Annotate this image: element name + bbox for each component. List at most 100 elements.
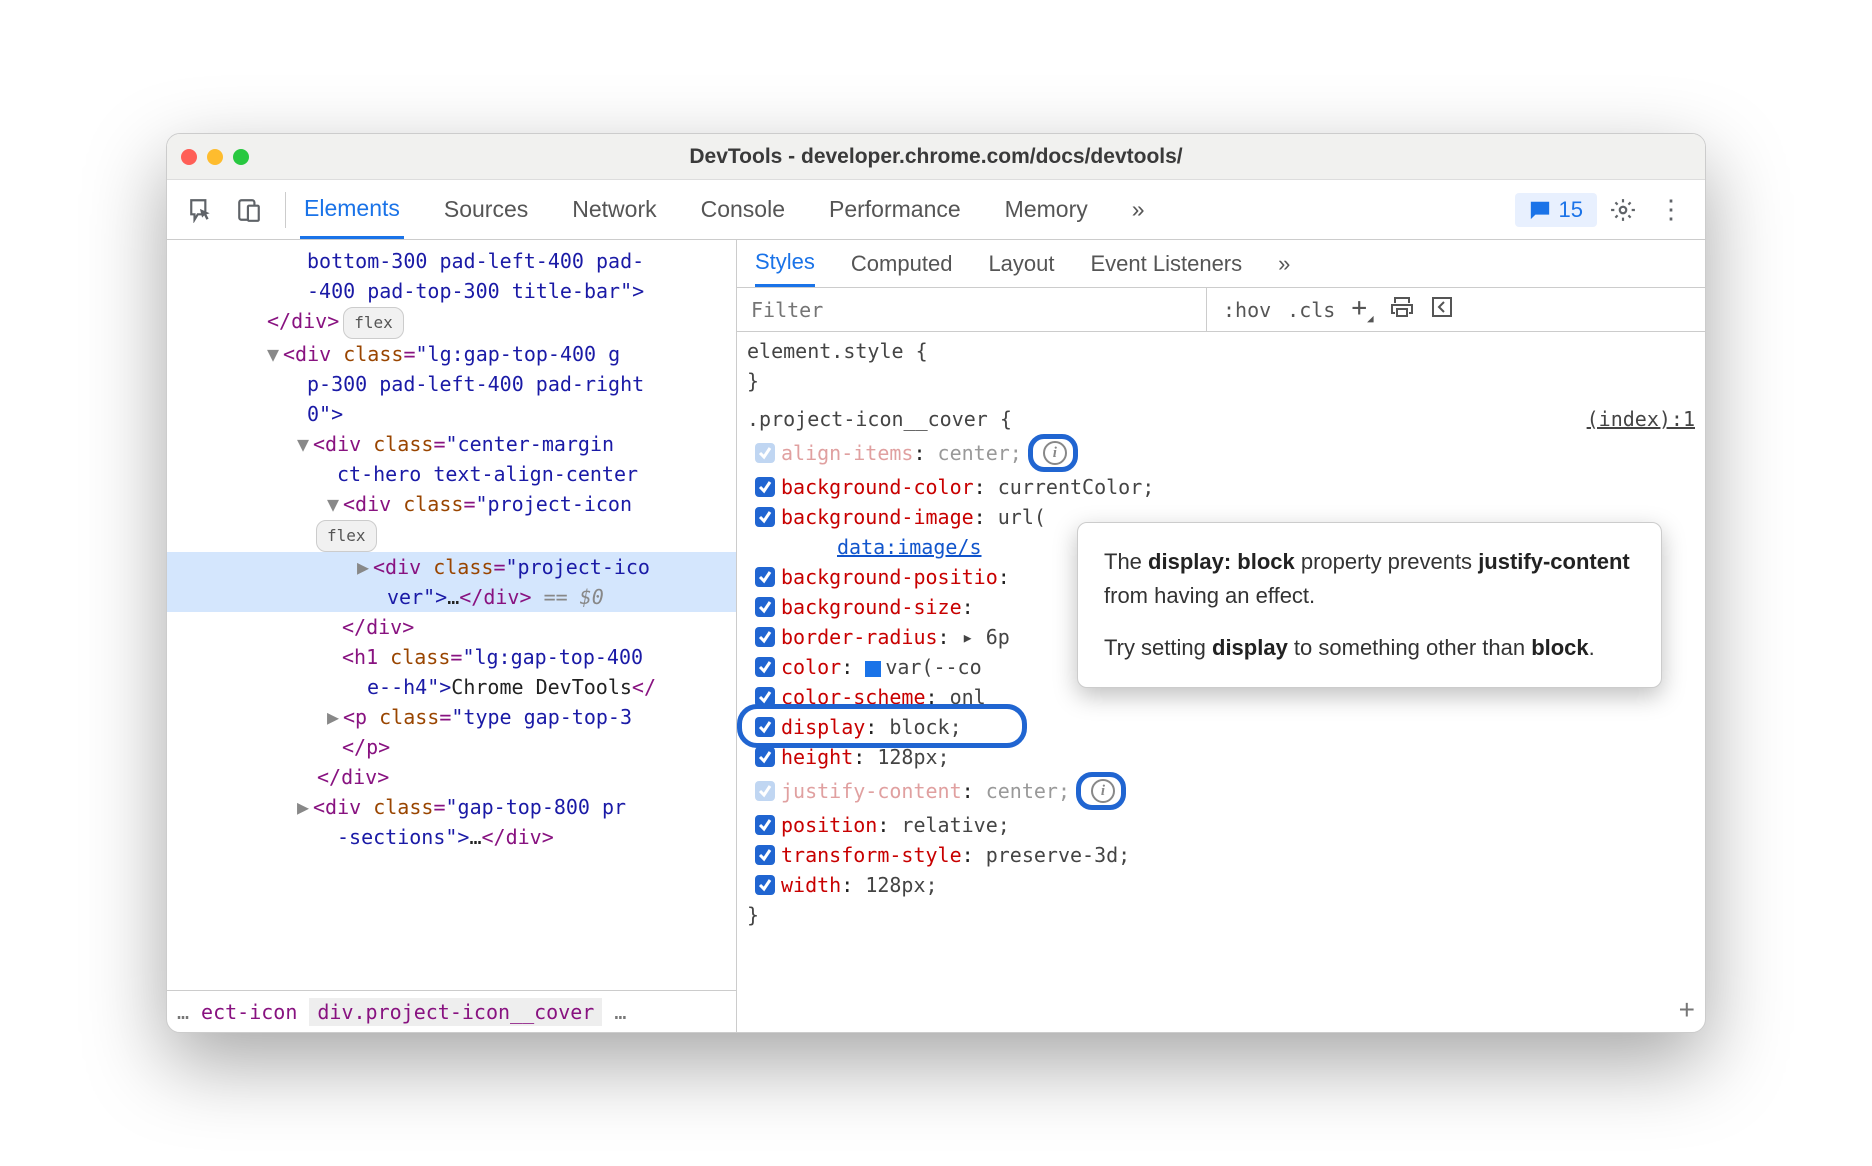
subtab-layout[interactable]: Layout	[988, 240, 1054, 287]
tab-elements[interactable]: Elements	[300, 180, 404, 239]
add-rule-icon[interactable]: +	[1679, 994, 1695, 1026]
property-name: background-image	[781, 505, 974, 529]
property-checkbox[interactable]	[755, 845, 775, 865]
color-swatch-icon[interactable]	[865, 661, 881, 677]
maximize-window-button[interactable]	[233, 149, 249, 165]
messages-badge[interactable]: 15	[1515, 193, 1597, 227]
property-checkbox[interactable]	[755, 477, 775, 497]
dom-node-selected[interactable]: ▶<div class="project-ico	[167, 552, 736, 582]
print-icon[interactable]	[1390, 295, 1414, 324]
styles-subtabs: Styles Computed Layout Event Listeners »	[737, 240, 1705, 288]
info-icon[interactable]: i	[1043, 441, 1067, 465]
breadcrumb[interactable]: … ect-icon div.project-icon__cover …	[167, 990, 736, 1032]
property-checkbox[interactable]	[755, 747, 775, 767]
dom-node[interactable]: </div>	[167, 762, 736, 792]
url-link[interactable]: data:image/s	[837, 532, 982, 562]
crumb-more-right[interactable]: …	[614, 1000, 626, 1024]
dom-node[interactable]: ▶<div class="gap-top-800 pr	[167, 792, 736, 822]
cls-toggle[interactable]: .cls	[1287, 298, 1335, 322]
property-checkbox[interactable]	[755, 657, 775, 677]
property-value: var(--co	[865, 655, 981, 679]
property-value: currentColor;	[998, 475, 1155, 499]
styles-pane: Styles Computed Layout Event Listeners »…	[737, 240, 1705, 1032]
highlight-ring: i	[1028, 434, 1078, 472]
dom-node[interactable]: </div>flex	[167, 306, 736, 339]
css-property-row[interactable]: justify-content: center;i	[747, 772, 1695, 810]
crumb-item-selected[interactable]: div.project-icon__cover	[309, 998, 602, 1026]
property-checkbox[interactable]	[755, 443, 775, 463]
property-value: center;	[986, 779, 1070, 803]
crumb-item[interactable]: ect-icon	[201, 1000, 297, 1024]
info-icon[interactable]: i	[1091, 779, 1115, 803]
dom-node[interactable]: <h1 class="lg:gap-top-400	[167, 642, 736, 672]
filter-input[interactable]	[737, 288, 1207, 331]
property-checkbox[interactable]	[755, 687, 775, 707]
property-checkbox[interactable]	[755, 717, 775, 737]
dom-node[interactable]: ▼<div class="lg:gap-top-400 g	[167, 339, 736, 369]
property-checkbox[interactable]	[755, 507, 775, 527]
element-style-selector: element.style {	[747, 336, 1695, 366]
filter-bar: :hov .cls +◢	[737, 288, 1705, 332]
subtab-eventlisteners[interactable]: Event Listeners	[1091, 240, 1243, 287]
property-checkbox[interactable]	[755, 627, 775, 647]
new-style-rule-icon[interactable]: +◢	[1351, 293, 1373, 325]
property-value: 128px;	[865, 873, 937, 897]
settings-icon[interactable]	[1601, 188, 1645, 232]
property-name: height	[781, 745, 853, 769]
dom-node[interactable]: ▼<div class="project-icon	[167, 489, 736, 519]
property-value: block;	[889, 715, 961, 739]
dom-node[interactable]: </div>	[167, 612, 736, 642]
rule-header: .project-icon__cover { (index):1	[747, 404, 1695, 434]
hov-toggle[interactable]: :hov	[1223, 298, 1271, 322]
close-window-button[interactable]	[181, 149, 197, 165]
styles-list[interactable]: element.style { } .project-icon__cover {…	[737, 332, 1705, 1032]
tab-sources[interactable]: Sources	[440, 180, 532, 239]
dom-node[interactable]: ▶<p class="type gap-top-3	[167, 702, 736, 732]
property-value: ▸ 6p	[962, 625, 1010, 649]
source-link[interactable]: (index):1	[1587, 404, 1695, 434]
css-property-row[interactable]: background-color: currentColor;	[747, 472, 1695, 502]
info-tooltip: The display: block property prevents jus…	[1077, 522, 1662, 688]
tab-console[interactable]: Console	[697, 180, 789, 239]
css-property-row[interactable]: align-items: center;i	[747, 434, 1695, 472]
property-value: url(	[998, 505, 1046, 529]
more-icon[interactable]: ⋮	[1649, 188, 1693, 232]
subtab-styles[interactable]: Styles	[755, 240, 815, 287]
flex-badge[interactable]: flex	[316, 520, 377, 552]
computed-toggle-icon[interactable]	[1430, 295, 1454, 324]
elements-pane: bottom-300 pad-left-400 pad- -400 pad-to…	[167, 240, 737, 1032]
tab-overflow-icon[interactable]: »	[1128, 180, 1149, 239]
tab-memory[interactable]: Memory	[1001, 180, 1092, 239]
property-checkbox[interactable]	[755, 781, 775, 801]
subtab-overflow-icon[interactable]: »	[1278, 240, 1290, 287]
flex-badge[interactable]: flex	[343, 307, 404, 339]
css-property-row[interactable]: position: relative;	[747, 810, 1695, 840]
property-name: background-positio	[781, 565, 998, 589]
property-checkbox[interactable]	[755, 597, 775, 617]
css-property-row[interactable]: transform-style: preserve-3d;	[747, 840, 1695, 870]
css-property-row[interactable]: display: block;	[747, 712, 1695, 742]
css-property-row[interactable]: width: 128px;	[747, 870, 1695, 900]
subtab-computed[interactable]: Computed	[851, 240, 953, 287]
property-checkbox[interactable]	[755, 815, 775, 835]
tab-network[interactable]: Network	[568, 180, 660, 239]
window-title: DevTools - developer.chrome.com/docs/dev…	[167, 145, 1705, 169]
device-toggle-icon[interactable]	[227, 188, 271, 232]
window-controls	[181, 149, 249, 165]
css-property-row[interactable]: height: 128px;	[747, 742, 1695, 772]
property-name: background-color	[781, 475, 974, 499]
property-name: display	[781, 715, 865, 739]
dom-node[interactable]: ▼<div class="center-margin	[167, 429, 736, 459]
crumb-more-left[interactable]: …	[177, 1000, 189, 1024]
property-name: justify-content	[781, 779, 962, 803]
property-checkbox[interactable]	[755, 567, 775, 587]
property-checkbox[interactable]	[755, 875, 775, 895]
minimize-window-button[interactable]	[207, 149, 223, 165]
property-value: center;	[938, 441, 1022, 465]
devtools-window: DevTools - developer.chrome.com/docs/dev…	[166, 133, 1706, 1033]
tab-performance[interactable]: Performance	[825, 180, 965, 239]
main-tabs: Elements Sources Network Console Perform…	[300, 180, 1149, 239]
property-name: background-size	[781, 595, 962, 619]
dom-tree[interactable]: bottom-300 pad-left-400 pad- -400 pad-to…	[167, 240, 736, 990]
inspect-icon[interactable]	[179, 188, 223, 232]
